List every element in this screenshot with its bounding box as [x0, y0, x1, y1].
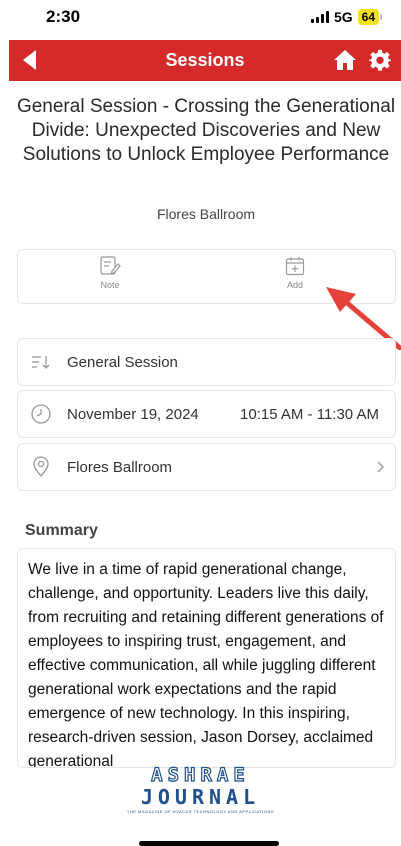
status-indicators: 5G 64: [310, 9, 383, 25]
note-edit-icon: [100, 256, 121, 275]
back-arrow-icon[interactable]: [23, 50, 36, 70]
logo-tagline: THE MAGAZINE OF HVAC&R TECHNOLOGY AND AP…: [126, 809, 275, 814]
network-type: 5G: [333, 9, 353, 25]
status-time: 2:30: [46, 7, 81, 26]
summary-text: We live in a time of rapid generational …: [28, 561, 384, 768]
logo-line1: ASHRAE: [151, 763, 250, 786]
note-button[interactable]: Note: [70, 256, 150, 290]
home-indicator[interactable]: [139, 841, 279, 846]
summary-box[interactable]: We live in a time of rapid generational …: [17, 548, 396, 768]
gear-icon[interactable]: [369, 49, 391, 71]
chevron-right-icon: [377, 461, 385, 473]
signal-icon: [310, 11, 329, 23]
location-row[interactable]: Flores Ballroom: [17, 443, 396, 491]
nav-title: Sessions: [165, 50, 245, 70]
home-icon[interactable]: [333, 49, 357, 71]
session-time-range: 10:15 AM - 11:30 AM: [240, 405, 379, 423]
note-label: Note: [100, 280, 120, 290]
clock-icon: [31, 404, 51, 424]
calendar-add-icon: [285, 257, 305, 276]
sort-lines-icon: [32, 356, 50, 369]
map-pin-icon: [33, 456, 49, 478]
track-row: General Session: [17, 338, 396, 386]
ashrae-journal-logo: ASHRAE JOURNAL THE MAGAZINE OF HVAC&R TE…: [0, 763, 401, 824]
battery-level: 64: [357, 9, 383, 25]
session-title: General Session - Crossing the Generatio…: [16, 96, 396, 165]
location-label: Flores Ballroom: [67, 458, 173, 476]
track-label: General Session: [67, 353, 178, 371]
nav-bar: Sessions: [9, 40, 401, 81]
status-bar: 2:30 5G 64: [0, 0, 401, 36]
session-room: Flores Ballroom: [156, 206, 256, 222]
summary-heading: Summary: [25, 522, 98, 539]
datetime-row: November 19, 2024 10:15 AM - 11:30 AM: [17, 390, 396, 438]
session-date: November 19, 2024: [67, 405, 199, 423]
logo-line2: JOURNAL: [140, 785, 261, 809]
